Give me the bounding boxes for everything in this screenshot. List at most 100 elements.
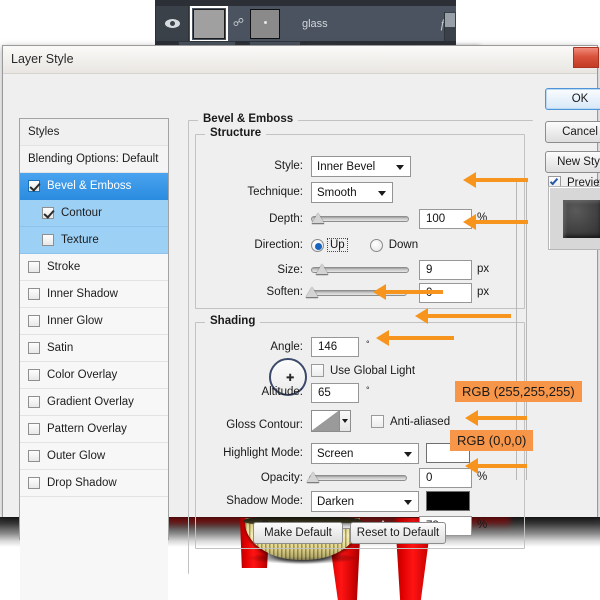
sidebar-item-label: Blending Options: Default [28,153,158,165]
altitude-input[interactable]: 65 [311,383,359,403]
sidebar-item-texture[interactable]: Texture [20,227,168,254]
radio-up[interactable] [311,239,324,252]
checkbox-icon[interactable] [28,396,40,408]
highlight-opacity-slider[interactable] [309,469,407,485]
sidebar-item-satin[interactable]: Satin [20,335,168,362]
anti-aliased-checkbox[interactable]: Anti-aliased [371,415,450,428]
screenshot-root: ☍ glass fx Layer Style Styles [0,0,600,600]
style-label: Style: [221,160,303,172]
layer-thumbnail[interactable] [193,9,225,39]
depth-slider[interactable] [311,210,409,226]
highlight-opacity-knob[interactable] [307,472,319,482]
angle-unit: ° [366,339,370,349]
annotation-arrow-global-light [415,308,511,324]
checkbox-icon[interactable] [311,364,324,377]
annotation-arrow-altitude [376,330,454,346]
ok-label: OK [572,93,589,105]
checkbox-icon[interactable] [42,234,54,246]
sidebar-item-label: Inner Glow [47,315,103,327]
sidebar-item-label: Satin [47,342,73,354]
sidebar-item-label: Drop Shadow [47,477,117,489]
gloss-contour-picker[interactable] [311,410,351,432]
link-icon[interactable]: ☍ [232,18,245,29]
chevron-down-icon [404,452,412,457]
checkbox-icon[interactable] [28,342,40,354]
size-input[interactable]: 9 [419,260,472,280]
sidebar-item-label: Color Overlay [47,369,117,381]
highlight-opacity-label: Opacity: [233,472,303,484]
layer-mask-thumbnail[interactable] [250,9,280,39]
styles-list: Styles Blending Options: Default Bevel &… [19,118,169,540]
sidebar-item-blending-options[interactable]: Blending Options: Default [20,146,168,173]
depth-slider-knob[interactable] [312,213,324,223]
angle-input[interactable]: 146 [311,337,359,357]
angle-value: 146 [318,341,337,353]
sidebar-item-label: Inner Shadow [47,288,118,300]
shading-group-title: Shading [205,315,260,327]
cancel-label: Cancel [562,126,598,138]
chevron-down-icon[interactable] [340,411,350,431]
size-slider[interactable] [311,261,409,277]
annotation-tag-highlight-rgb: RGB (255,255,255) [455,381,582,402]
style-select[interactable]: Inner Bevel [311,156,411,177]
altitude-value: 65 [318,387,331,399]
styles-list-empty-area [20,497,168,600]
reset-to-default-label: Reset to Default [357,527,439,539]
layer-visibility-toggle[interactable] [156,6,189,41]
annotation-tag-shadow-rgb: RGB (0,0,0) [450,430,533,451]
reset-to-default-button[interactable]: Reset to Default [350,522,446,544]
close-icon[interactable] [573,47,599,68]
use-global-light-checkbox[interactable]: Use Global Light [311,364,415,377]
sidebar-item-color-overlay[interactable]: Color Overlay [20,362,168,389]
sidebar-item-contour[interactable]: Contour [20,200,168,227]
technique-select[interactable]: Smooth [311,182,393,203]
sidebar-item-inner-shadow[interactable]: Inner Shadow [20,281,168,308]
checkbox-icon[interactable] [28,261,40,273]
direction-radio-group[interactable]: Up Down [311,234,418,256]
sidebar-item-bevel-emboss[interactable]: Bevel & Emboss [20,173,168,200]
checkbox-icon[interactable] [28,369,40,381]
sidebar-item-gradient-overlay[interactable]: Gradient Overlay [20,389,168,416]
technique-select-value: Smooth [317,187,357,199]
checkbox-icon[interactable] [28,315,40,327]
depth-slider-track [311,216,409,222]
sidebar-item-stroke[interactable]: Stroke [20,254,168,281]
sidebar-item-drop-shadow[interactable]: Drop Shadow [20,470,168,497]
checkbox-icon[interactable] [371,415,384,428]
radio-down[interactable] [370,239,383,252]
sidebar-item-inner-glow[interactable]: Inner Glow [20,308,168,335]
shadow-mode-select[interactable]: Darken [311,491,419,512]
sidebar-item-outer-glow[interactable]: Outer Glow [20,443,168,470]
chevron-down-icon [404,500,412,505]
size-unit: px [477,263,489,275]
direction-label: Direction: [213,239,303,251]
layer-name[interactable]: glass [302,18,328,30]
depth-label: Depth: [233,213,303,225]
make-default-button[interactable]: Make Default [253,522,343,544]
dialog-titlebar[interactable]: Layer Style [3,46,597,74]
shadow-color-swatch[interactable] [426,491,470,511]
soften-slider-knob[interactable] [306,287,318,297]
checkbox-icon[interactable] [42,207,54,219]
styles-list-header: Styles [20,119,168,146]
ok-button[interactable]: OK [545,88,600,110]
checkbox-icon[interactable] [28,450,40,462]
layer-row-glass[interactable]: ☍ glass fx [156,6,456,41]
checkbox-icon[interactable] [28,423,40,435]
new-style-label: New Style [557,156,600,168]
arrow-shaft [475,178,528,182]
sidebar-item-label: Stroke [47,261,80,273]
direction-down-label: Down [389,239,418,251]
annotation-arrow-size [463,214,528,230]
checkbox-icon[interactable] [28,288,40,300]
layers-scrollbar-thumb[interactable] [445,13,455,27]
new-style-button[interactable]: New Style [545,151,600,173]
sidebar-item-pattern-overlay[interactable]: Pattern Overlay [20,416,168,443]
checkbox-icon[interactable] [28,180,40,192]
highlight-mode-select[interactable]: Screen [311,443,419,464]
size-label: Size: [239,264,303,276]
size-slider-knob[interactable] [316,264,328,274]
cancel-button[interactable]: Cancel [545,121,600,143]
use-global-light-label: Use Global Light [330,365,415,377]
checkbox-icon[interactable] [28,477,40,489]
